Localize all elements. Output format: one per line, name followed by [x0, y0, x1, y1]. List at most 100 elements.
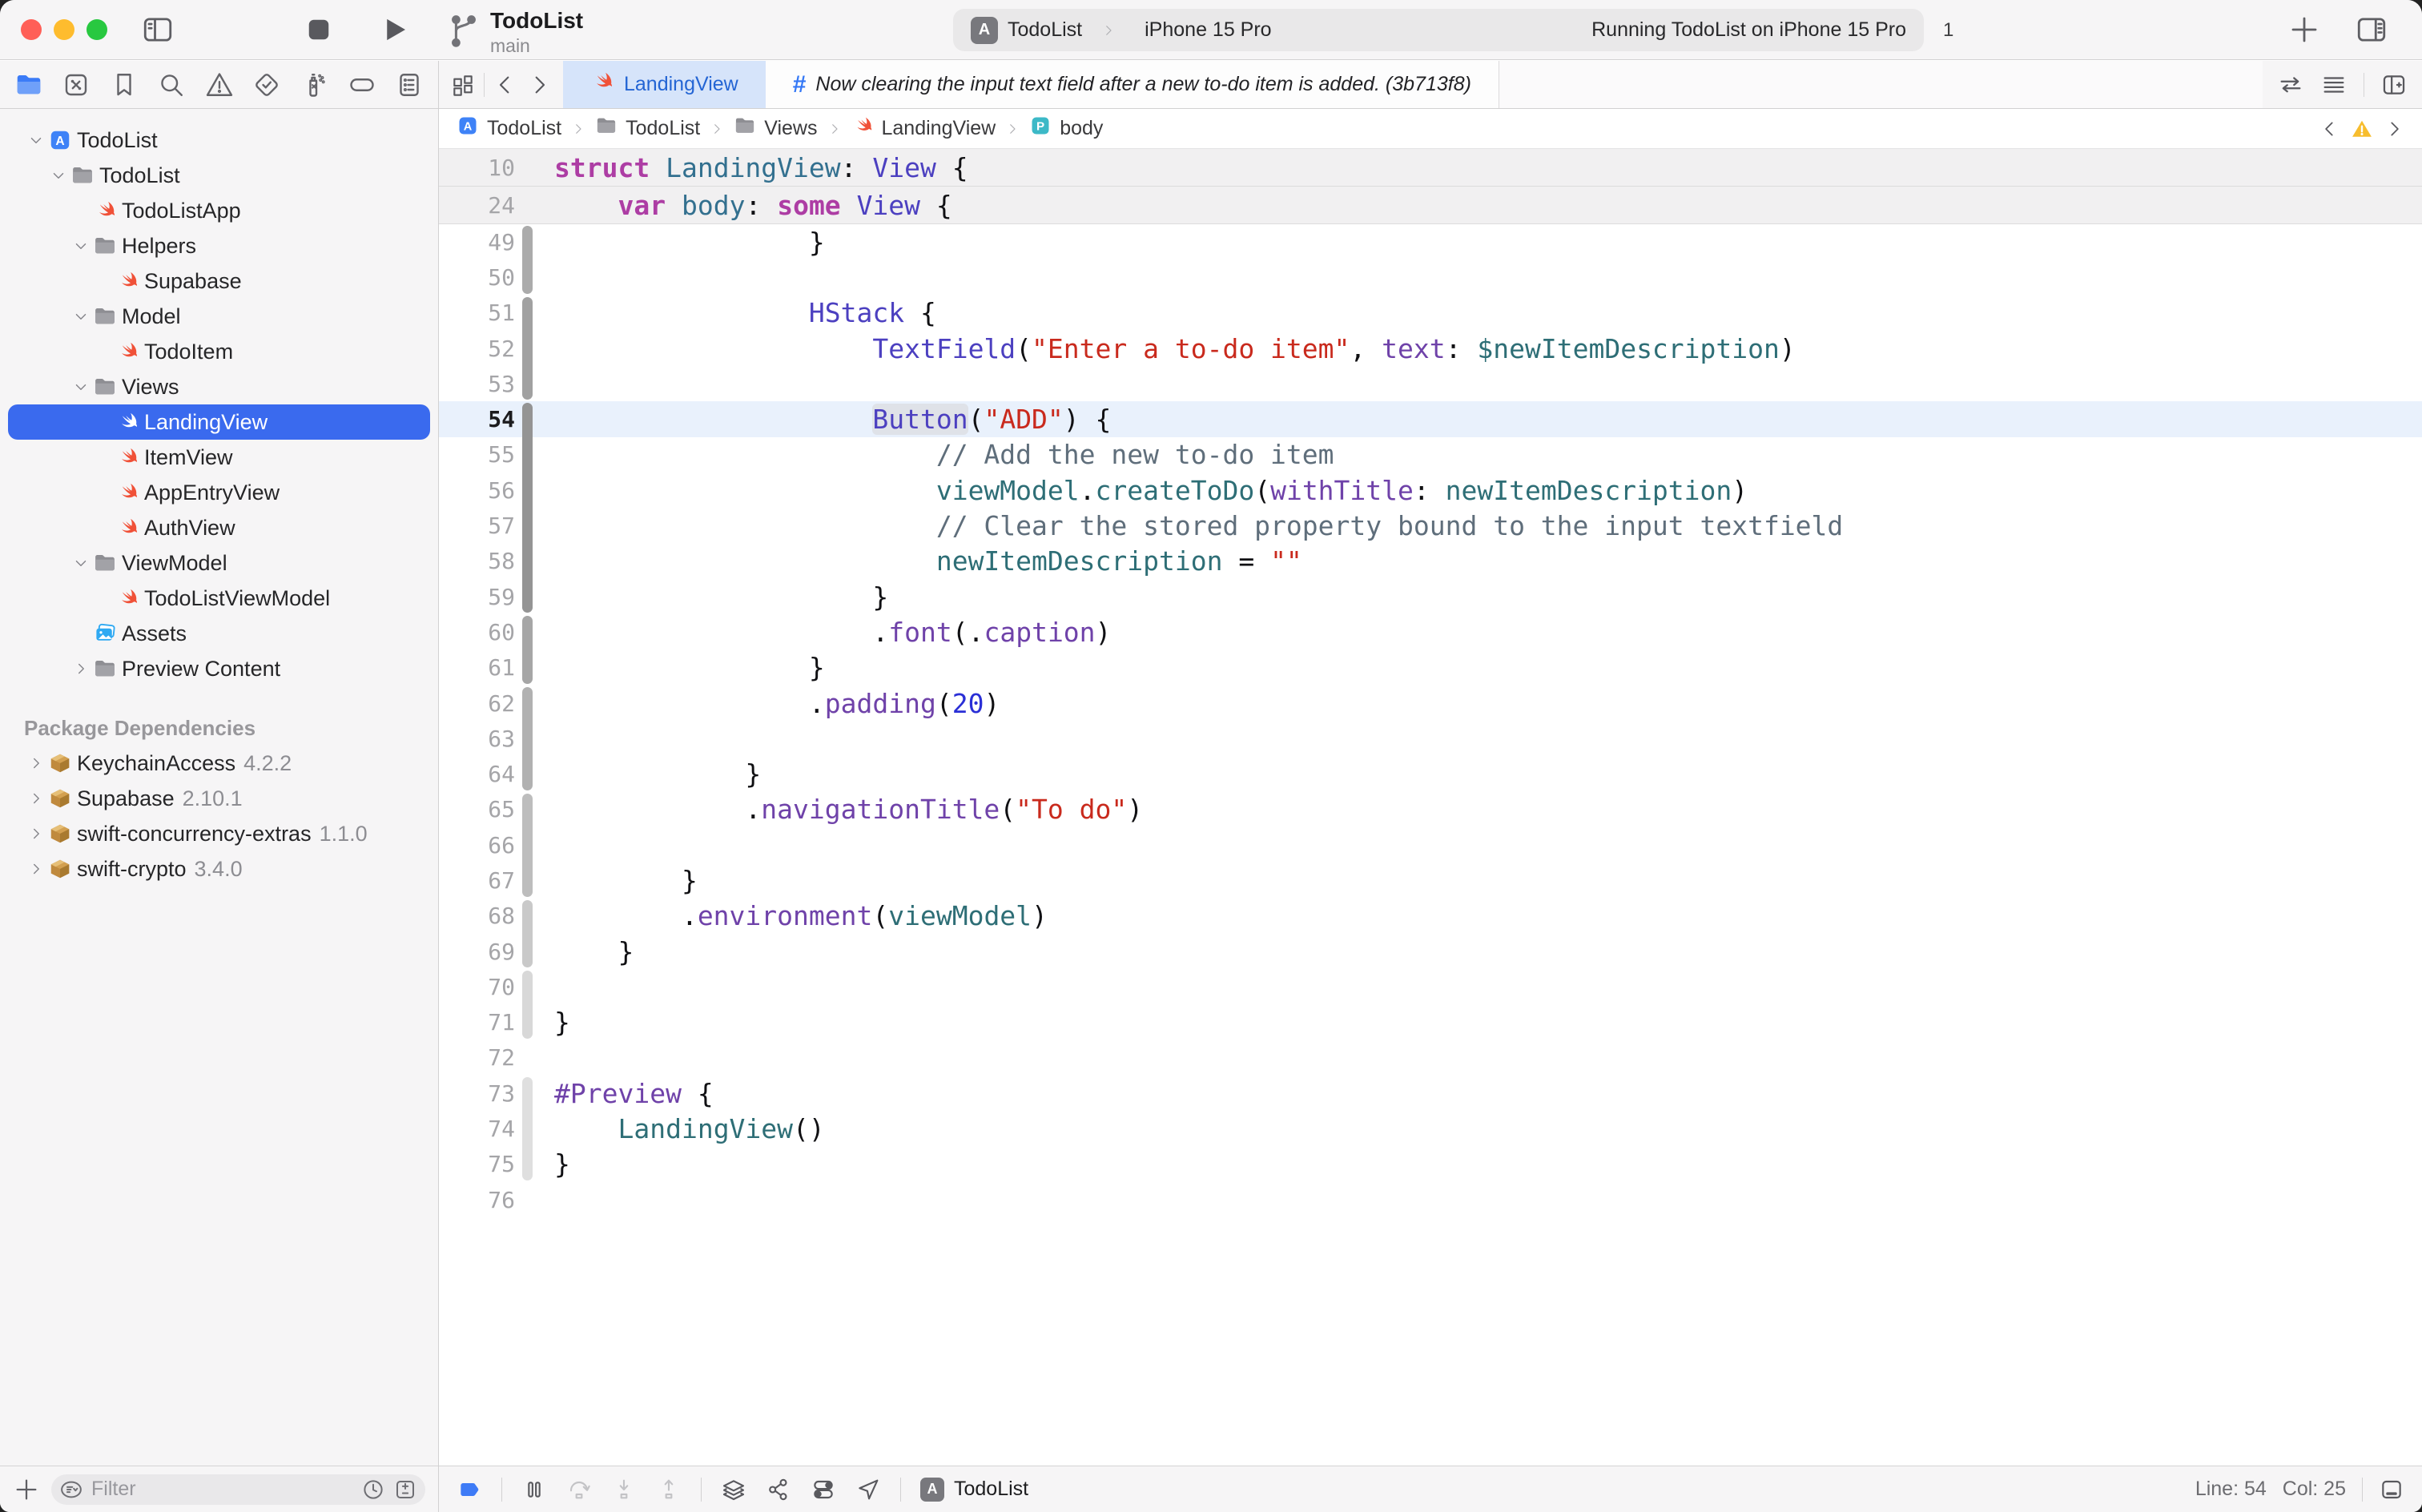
report-navigator-icon[interactable] — [392, 67, 427, 103]
toggle-debug-area-icon[interactable] — [2379, 1477, 2404, 1502]
view-hierarchy-icon[interactable] — [721, 1477, 746, 1502]
fold-ribbon[interactable] — [522, 686, 533, 722]
line-number[interactable]: 72 — [439, 1044, 515, 1071]
simulate-location-icon[interactable] — [855, 1477, 881, 1502]
line-number[interactable]: 75 — [439, 1151, 515, 1177]
step-into-icon[interactable] — [611, 1477, 637, 1502]
disclosure-right-icon[interactable] — [24, 754, 48, 772]
fold-ribbon[interactable] — [522, 1040, 533, 1076]
line-number[interactable]: 56 — [439, 477, 515, 504]
code-line-64[interactable]: 64 } — [439, 756, 2422, 791]
line-number[interactable]: 10 — [439, 155, 515, 181]
code-line-68[interactable]: 68 .environment(viewModel) — [439, 899, 2422, 934]
run-button[interactable] — [377, 13, 411, 46]
code-line-58[interactable]: 58 newItemDescription = "" — [439, 543, 2422, 579]
line-number[interactable]: 59 — [439, 584, 515, 610]
back-icon[interactable] — [493, 72, 518, 98]
fold-ribbon[interactable] — [522, 366, 533, 400]
breadcrumb-views[interactable]: Views — [734, 115, 818, 143]
test-navigator-icon[interactable] — [249, 67, 284, 103]
disclosure-right-icon[interactable] — [24, 860, 48, 878]
fold-ribbon[interactable] — [522, 578, 533, 613]
code-line-53[interactable]: 53 — [439, 366, 2422, 401]
disclosure-down-icon[interactable] — [69, 237, 93, 255]
previous-issue-icon[interactable] — [2319, 119, 2340, 139]
line-number[interactable]: 70 — [439, 974, 515, 1000]
adjust-editor-icon[interactable] — [2277, 71, 2304, 99]
sticky-line-10[interactable]: 10 struct LandingView: View { — [439, 149, 2422, 187]
scheme-name[interactable]: TodoList — [1008, 18, 1082, 42]
code-line-74[interactable]: 74 LandingView() — [439, 1111, 2422, 1147]
filter-input[interactable] — [91, 1478, 353, 1501]
bookmark-navigator-icon[interactable] — [107, 67, 142, 103]
sticky-line-24[interactable]: 24 var body: some View { — [439, 187, 2422, 224]
tree-item-todolistapp[interactable]: TodoListApp — [8, 193, 430, 228]
fold-ribbon[interactable] — [522, 899, 533, 934]
code-line-54[interactable]: 54 Button("ADD") { — [439, 401, 2422, 437]
tab-landingview[interactable]: LandingView — [563, 61, 766, 108]
breadcrumb-todolist[interactable]: A TodoList — [457, 115, 561, 143]
line-number[interactable]: 24 — [439, 192, 515, 219]
recent-files-icon[interactable] — [361, 1478, 385, 1502]
code-line-62[interactable]: 62 .padding(20) — [439, 686, 2422, 722]
memory-graph-icon[interactable] — [766, 1477, 791, 1502]
forward-icon[interactable] — [526, 72, 552, 98]
fold-ribbon[interactable] — [522, 296, 533, 331]
disclosure-right-icon[interactable] — [24, 790, 48, 807]
pause-icon[interactable] — [521, 1477, 547, 1502]
line-number[interactable]: 60 — [439, 619, 515, 645]
fold-ribbon[interactable] — [522, 508, 533, 544]
add-tab-button[interactable] — [2287, 13, 2321, 46]
line-number[interactable]: 71 — [439, 1009, 515, 1035]
code-line-67[interactable]: 67 } — [439, 863, 2422, 898]
code-line-63[interactable]: 63 — [439, 721, 2422, 757]
project-navigator-icon[interactable] — [11, 67, 46, 103]
line-number[interactable]: 76 — [439, 1187, 515, 1213]
tab-commit[interactable]: # Now clearing the input text field afte… — [765, 61, 1499, 108]
package-item-swift-concurrency-extras[interactable]: swift-concurrency-extras 1.1.0 — [8, 816, 430, 851]
toggle-right-sidebar-icon[interactable] — [2355, 13, 2388, 46]
disclosure-down-icon[interactable] — [69, 554, 93, 572]
tree-item-helpers[interactable]: Helpers — [8, 228, 430, 263]
tree-item-views[interactable]: Views — [8, 369, 430, 404]
fold-ribbon[interactable] — [522, 259, 533, 294]
fold-ribbon[interactable] — [522, 649, 533, 684]
code-line-61[interactable]: 61 } — [439, 649, 2422, 686]
code-line-65[interactable]: 65 .navigationTitle("To do") — [439, 792, 2422, 828]
code-lines[interactable]: 49 } 50 51 HStack {52 TextField("Enter a t… — [439, 224, 2422, 1217]
environment-overrides-icon[interactable] — [811, 1477, 836, 1502]
line-number[interactable]: 54 — [439, 406, 515, 432]
code-line-51[interactable]: 51 HStack { — [439, 296, 2422, 331]
line-number[interactable]: 57 — [439, 513, 515, 539]
disclosure-down-icon[interactable] — [69, 308, 93, 325]
line-number[interactable]: 67 — [439, 867, 515, 894]
debug-navigator-icon[interactable] — [296, 67, 332, 103]
code-line-49[interactable]: 49 } — [439, 224, 2422, 260]
line-number[interactable]: 63 — [439, 726, 515, 752]
line-number[interactable]: 55 — [439, 441, 515, 468]
fold-ribbon[interactable] — [522, 1077, 533, 1112]
running-process[interactable]: A TodoList — [920, 1477, 1028, 1502]
line-number[interactable]: 73 — [439, 1080, 515, 1107]
line-number[interactable]: 62 — [439, 690, 515, 717]
disclosure-down-icon[interactable] — [69, 378, 93, 396]
fold-ribbon[interactable] — [522, 616, 533, 650]
code-line-70[interactable]: 70 — [439, 969, 2422, 1005]
line-number[interactable]: 65 — [439, 796, 515, 822]
step-over-icon[interactable] — [566, 1477, 592, 1502]
disclosure-right-icon[interactable] — [69, 660, 93, 678]
tree-item-supabase[interactable]: Supabase — [8, 263, 430, 299]
fold-ribbon[interactable] — [522, 1111, 533, 1147]
fold-ribbon[interactable] — [522, 403, 533, 437]
line-number[interactable]: 66 — [439, 832, 515, 859]
issue-navigator-icon[interactable] — [202, 67, 237, 103]
zoom-window-button[interactable] — [86, 19, 107, 40]
package-item-keychainaccess[interactable]: KeychainAccess 4.2.2 — [8, 746, 430, 781]
issue-warning-icon[interactable] — [2352, 119, 2372, 139]
step-out-icon[interactable] — [656, 1477, 682, 1502]
find-navigator-icon[interactable] — [154, 67, 189, 103]
code-line-71[interactable]: 71} — [439, 1004, 2422, 1040]
fold-ribbon[interactable] — [522, 543, 533, 579]
filter-options-icon[interactable] — [59, 1478, 83, 1502]
code-line-55[interactable]: 55 // Add the new to-do item — [439, 436, 2422, 473]
